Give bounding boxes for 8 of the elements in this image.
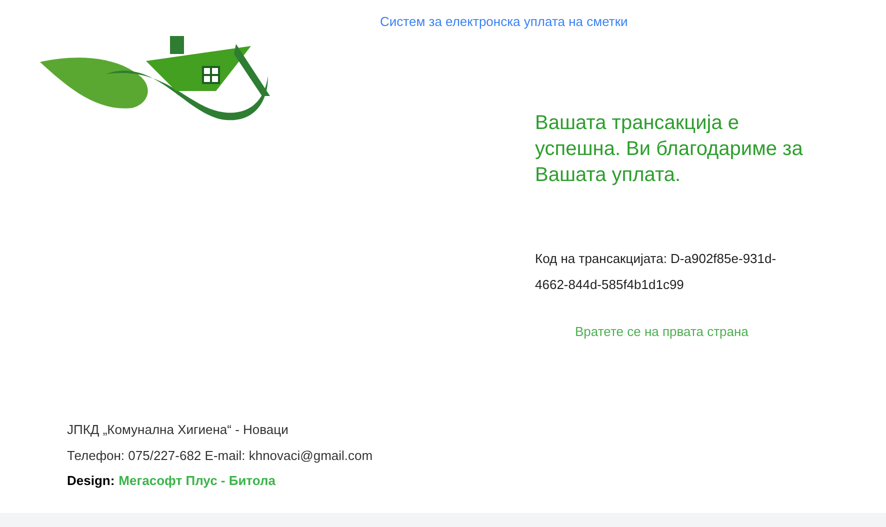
company-name: ЈПКД „Комунална Хигиена“ - Новаци — [67, 421, 290, 439]
contact-info: Телефон: 075/227-682 E-mail: khnovaci@gmail.com — [67, 446, 374, 465]
success-message: Вашата трансакција е успешна. Ви благодариме за Вашата уплата. — [535, 111, 804, 188]
designer-link[interactable]: Мегасофт Плус - Битола — [118, 471, 276, 490]
transaction-code: Код на трансакцијата: D-a902f85e-931d-4662-844d-585f4b1d1c99 — [535, 250, 778, 294]
site-title: Систем за електронска уплата на сметки — [380, 14, 628, 29]
design-label: Design: — [67, 472, 115, 490]
home-link[interactable]: Вратете се на првата страна — [575, 324, 748, 339]
